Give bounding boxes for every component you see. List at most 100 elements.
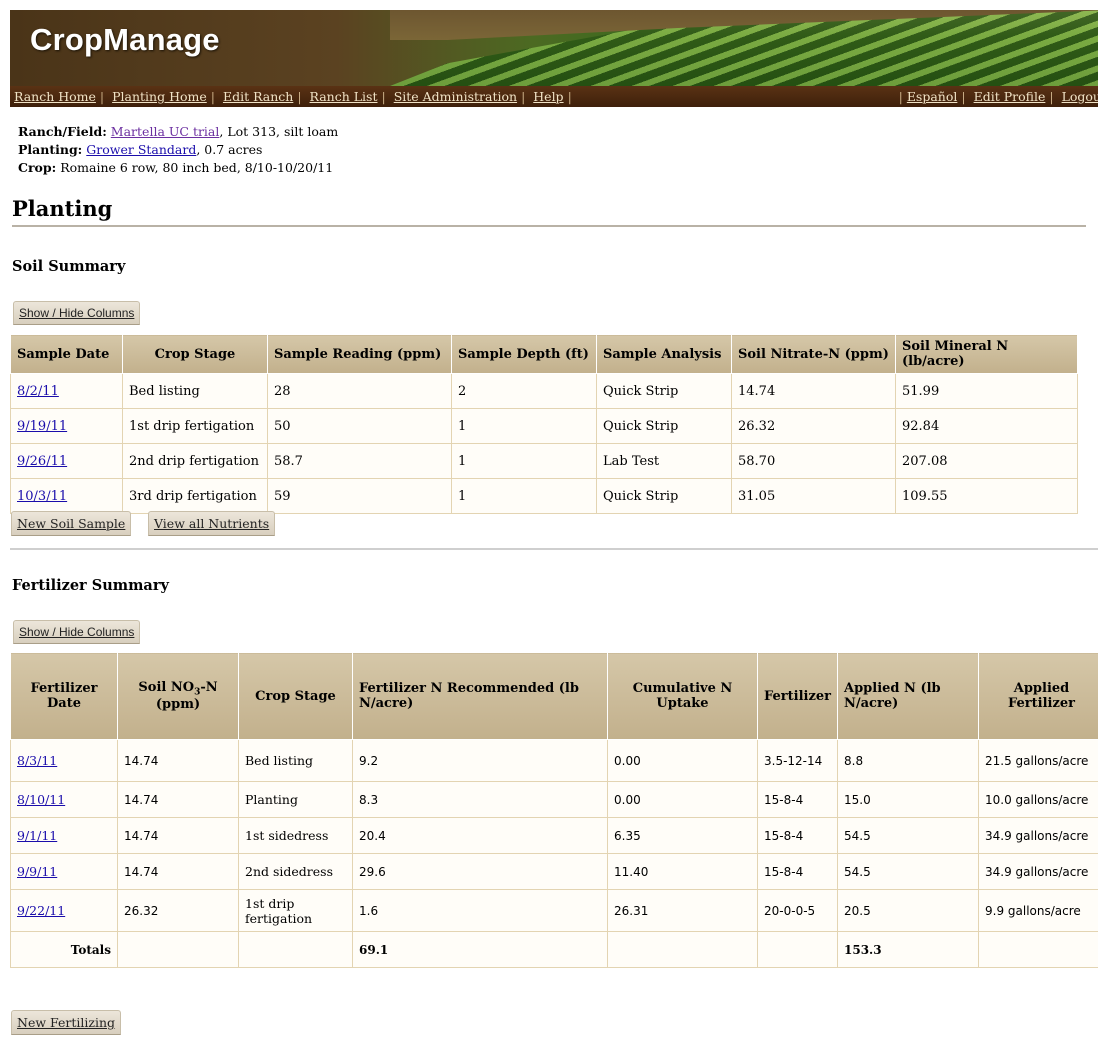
table-cell: 8.3: [352, 781, 608, 818]
table-cell: 14.74: [117, 739, 239, 782]
table-cell: Planting: [238, 781, 353, 818]
nav-ranch-list[interactable]: Ranch List: [306, 89, 382, 104]
nav-planting-home[interactable]: Planting Home: [108, 89, 211, 104]
table-cell: 2nd sidedress: [238, 853, 353, 890]
crop-details: Romaine 6 row, 80 inch bed, 8/10-10/20/1…: [56, 160, 334, 175]
table-row: 9/19/11 1st drip fertigation 50 1 Quick …: [10, 408, 1078, 444]
table-cell: 207.08: [895, 443, 1078, 479]
table-cell: 1: [451, 478, 597, 514]
new-fertilizing-button[interactable]: New Fertilizing: [11, 1010, 122, 1035]
nav-site-administration[interactable]: Site Administration: [390, 89, 521, 104]
col-header-crop-stage[interactable]: Crop Stage: [238, 652, 353, 740]
sample-date-link[interactable]: 9/26/11: [17, 454, 67, 469]
soil-summary-title: Soil Summary: [12, 258, 126, 275]
col-header-cumulative-n-uptake[interactable]: Cumulative N Uptake: [607, 652, 758, 740]
col-header-applied-fertilizer[interactable]: Applied Fertilizer: [978, 652, 1098, 740]
table-cell: Quick Strip: [596, 408, 732, 444]
col-header-sample-depth[interactable]: Sample Depth (ft): [451, 334, 597, 374]
ranch-link[interactable]: Martella UC trial: [111, 124, 220, 139]
table-cell: 14.74: [117, 853, 239, 890]
col-header-applied-n[interactable]: Applied N (lb N/acre): [837, 652, 979, 740]
table-cell: 31.05: [731, 478, 896, 514]
planting-line: Planting: Grower Standard, 0.7 acres: [18, 141, 338, 159]
fertilizer-show-hide-columns-button[interactable]: Show / Hide Columns: [13, 620, 141, 644]
table-cell: 1st sidedress: [238, 817, 353, 854]
nav-ranch-home[interactable]: Ranch Home: [10, 89, 100, 104]
fertilizer-date-link[interactable]: 9/9/11: [17, 864, 57, 879]
table-cell: 9.9 gallons/acre: [978, 889, 1098, 932]
table-row: 10/3/11 3rd drip fertigation 59 1 Quick …: [10, 478, 1078, 514]
col-header-soil-nitrate[interactable]: Soil Nitrate-N (ppm): [731, 334, 896, 374]
nav-help[interactable]: Help: [529, 89, 567, 104]
nav-edit-profile[interactable]: Edit Profile: [970, 89, 1050, 104]
table-row: 8/3/11 14.74 Bed listing 9.2 0.00 3.5-12…: [10, 739, 1098, 782]
table-cell: 2: [451, 373, 597, 409]
page-title: Planting: [12, 196, 1086, 227]
crop-line: Crop: Romaine 6 row, 80 inch bed, 8/10-1…: [18, 159, 338, 177]
table-cell: 1st drip fertigation: [122, 408, 268, 444]
table-cell: 1.6: [352, 889, 608, 932]
table-cell: 51.99: [895, 373, 1078, 409]
fertilizer-date-link[interactable]: 9/22/11: [17, 903, 65, 918]
totals-row: Totals 69.1 153.3: [10, 931, 1098, 968]
col-header-sample-analysis[interactable]: Sample Analysis: [596, 334, 732, 374]
nav-logout[interactable]: Logout: [1058, 89, 1098, 104]
top-nav: Ranch Home | Planting Home | Edit Ranch | R…: [10, 86, 1098, 107]
soil-show-hide-columns-button[interactable]: Show / Hide Columns: [13, 301, 141, 325]
table-cell: 20-0-0-5: [757, 889, 838, 932]
table-cell: 28: [267, 373, 452, 409]
table-cell: 54.5: [837, 853, 979, 890]
app-logo: CropManage: [30, 22, 220, 57]
planting-label: Planting:: [18, 142, 83, 157]
table-cell: 2nd drip fertigation: [122, 443, 268, 479]
col-header-fertilizer-n-recommended[interactable]: Fertilizer N Recommended (lb N/acre): [352, 652, 608, 740]
table-cell: [607, 931, 758, 968]
table-cell: 109.55: [895, 478, 1078, 514]
fertilizer-summary-table: Fertilizer Date Soil NO3-N (ppm) Crop Sta…: [10, 652, 1098, 968]
table-cell: 34.9 gallons/acre: [978, 817, 1098, 854]
new-soil-sample-button[interactable]: New Soil Sample: [11, 511, 132, 536]
total-applied: 153.3: [837, 931, 979, 968]
col-header-fertilizer-date[interactable]: Fertilizer Date: [10, 652, 118, 740]
col-header-crop-stage[interactable]: Crop Stage: [122, 334, 268, 374]
sample-date-link[interactable]: 10/3/11: [17, 489, 67, 504]
nav-espanol[interactable]: Español: [903, 89, 962, 104]
col-header-sample-date[interactable]: Sample Date: [10, 334, 123, 374]
col-header-soil-no3-n[interactable]: Soil NO3-N (ppm): [117, 652, 239, 740]
soil-header-row: Sample Date Crop Stage Sample Reading (p…: [10, 334, 1078, 374]
table-cell: [238, 931, 353, 968]
table-cell: 14.74: [117, 781, 239, 818]
fertilizer-date-link[interactable]: 8/10/11: [17, 792, 65, 807]
view-all-nutrients-button[interactable]: View all Nutrients: [148, 511, 276, 536]
table-row: 9/22/11 26.32 1st drip fertigation 1.6 2…: [10, 889, 1098, 932]
table-cell: 29.6: [352, 853, 608, 890]
table-cell: 8.8: [837, 739, 979, 782]
table-cell: 15-8-4: [757, 853, 838, 890]
fertilizer-date-link[interactable]: 8/3/11: [17, 753, 57, 768]
soil-summary-table: Sample Date Crop Stage Sample Reading (p…: [10, 334, 1078, 514]
table-cell: 20.5: [837, 889, 979, 932]
ranch-field-line: Ranch/Field: Martella UC trial, Lot 313,…: [18, 123, 338, 141]
table-cell: 3.5-12-14: [757, 739, 838, 782]
table-cell: 3rd drip fertigation: [122, 478, 268, 514]
table-cell: [757, 931, 838, 968]
fertilizer-date-link[interactable]: 9/1/11: [17, 828, 57, 843]
crop-label: Crop:: [18, 160, 57, 175]
totals-label: Totals: [10, 931, 118, 968]
table-row: 8/10/11 14.74 Planting 8.3 0.00 15-8-4 1…: [10, 781, 1098, 818]
table-cell: 15.0: [837, 781, 979, 818]
sample-date-link[interactable]: 9/19/11: [17, 419, 67, 434]
col-header-sample-reading[interactable]: Sample Reading (ppm): [267, 334, 452, 374]
nav-edit-ranch[interactable]: Edit Ranch: [219, 89, 297, 104]
sample-date-link[interactable]: 8/2/11: [17, 384, 59, 399]
table-cell: [978, 931, 1098, 968]
col-header-soil-mineral-n[interactable]: Soil Mineral N (lb/acre): [895, 334, 1078, 374]
table-cell: Quick Strip: [596, 373, 732, 409]
table-cell: 26.31: [607, 889, 758, 932]
planting-link[interactable]: Grower Standard: [86, 142, 196, 157]
table-cell: 0.00: [607, 781, 758, 818]
ranch-details: , Lot 313, silt loam: [219, 124, 339, 139]
ranch-field-label: Ranch/Field:: [18, 124, 107, 139]
col-header-fertilizer[interactable]: Fertilizer: [757, 652, 838, 740]
table-cell: 26.32: [117, 889, 239, 932]
